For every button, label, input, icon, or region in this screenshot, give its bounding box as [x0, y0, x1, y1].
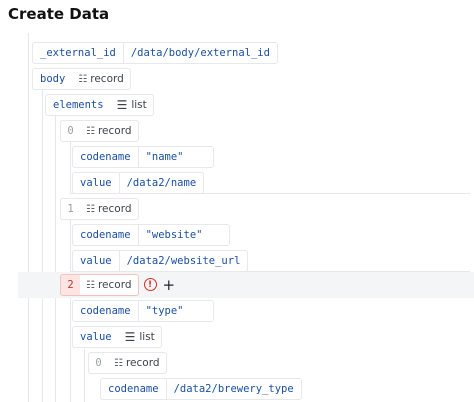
- field-key[interactable]: body: [32, 68, 73, 90]
- type-label: list: [139, 331, 155, 343]
- field-key[interactable]: codename: [72, 224, 138, 246]
- item-index: 2: [60, 274, 80, 296]
- field-key[interactable]: elements: [45, 94, 111, 116]
- record-icon: ☷: [114, 357, 123, 369]
- field-value[interactable]: /data2/brewery_type: [165, 378, 302, 400]
- field-key[interactable]: codename: [72, 146, 138, 168]
- plus-icon[interactable]: +: [163, 274, 176, 296]
- field-row: body ☷ record: [32, 68, 131, 90]
- list-icon: ☰: [124, 330, 136, 344]
- field-value[interactable]: "name": [137, 146, 214, 168]
- type-label: record: [97, 125, 132, 137]
- field-row: value /data2/name: [72, 172, 205, 194]
- type-selector[interactable]: ☷ record: [72, 68, 131, 90]
- field-key[interactable]: codename: [72, 300, 138, 322]
- tree-guide: [84, 349, 85, 402]
- error-icon[interactable]: !: [143, 278, 157, 291]
- field-row: codename "type": [72, 300, 214, 322]
- record-icon: ☷: [86, 125, 95, 137]
- type-selector[interactable]: ☷ record: [80, 120, 139, 142]
- list-item: 1 ☷ record: [60, 198, 139, 220]
- field-key[interactable]: value: [72, 172, 119, 194]
- type-label: record: [97, 279, 132, 291]
- type-selector[interactable]: ☷ record: [80, 274, 139, 296]
- type-label: record: [97, 203, 132, 215]
- field-row: codename /data2/brewery_type: [100, 378, 302, 400]
- field-key[interactable]: value: [72, 250, 119, 272]
- type-selector[interactable]: ☷ record: [108, 352, 167, 374]
- tree-guide: [70, 142, 71, 194]
- field-value[interactable]: "type": [137, 300, 214, 322]
- record-icon: ☷: [86, 203, 95, 215]
- tree-guide: [70, 297, 71, 402]
- field-key[interactable]: _external_id: [32, 42, 123, 64]
- field-value[interactable]: /data2/name: [118, 172, 205, 194]
- type-label: record: [125, 357, 160, 369]
- list-item: 0 ☷ record: [88, 352, 167, 374]
- field-row: value /data2/website_url: [72, 250, 249, 272]
- field-row: value ☰ list: [72, 326, 162, 348]
- field-value[interactable]: /data2/website_url: [118, 250, 249, 272]
- list-item: 0 ☷ record: [60, 120, 139, 142]
- record-icon: ☷: [86, 279, 95, 291]
- type-selector[interactable]: ☰ list: [110, 94, 154, 116]
- tree-guide: [42, 90, 43, 402]
- field-row: codename "website": [72, 224, 230, 246]
- field-row: codename "name": [72, 146, 214, 168]
- list-item: 2 ☷ record ! +: [60, 274, 175, 296]
- field-value[interactable]: /data/body/external_id: [122, 42, 278, 64]
- type-label: record: [90, 73, 124, 85]
- field-row: _external_id /data/body/external_id: [32, 42, 278, 64]
- item-index: 1: [60, 198, 80, 220]
- type-selector[interactable]: ☰ list: [118, 326, 162, 348]
- field-value[interactable]: "website": [137, 224, 230, 246]
- list-icon: ☰: [116, 98, 128, 112]
- page-title: Create Data: [8, 5, 110, 23]
- tree-guide: [28, 33, 29, 402]
- field-key[interactable]: codename: [100, 378, 166, 400]
- type-selector[interactable]: ☷ record: [80, 198, 139, 220]
- item-index: 0: [60, 120, 80, 142]
- record-icon: ☷: [78, 73, 87, 85]
- type-label: list: [131, 99, 147, 111]
- field-row: elements ☰ list: [45, 94, 154, 116]
- item-index: 0: [88, 352, 108, 374]
- field-key[interactable]: value: [72, 326, 119, 348]
- tree-guide: [70, 220, 71, 272]
- tree-guide: [55, 116, 56, 402]
